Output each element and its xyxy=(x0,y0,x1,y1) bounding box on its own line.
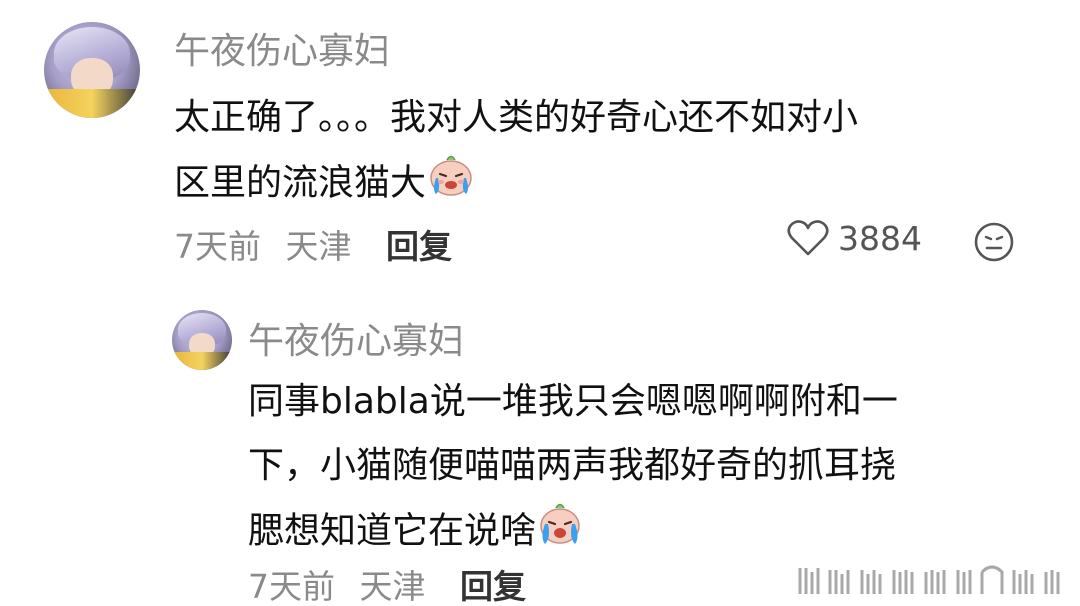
avatar[interactable] xyxy=(44,22,140,118)
crying-emoji-icon xyxy=(426,150,476,219)
comment-text: 太正确了。。。我对人类的好奇心还不如对小 区里的流浪猫大 xyxy=(174,86,858,214)
comment-text-line-text: 区里的流浪猫大 xyxy=(174,162,427,204)
comment-text-line: 区里的流浪猫大 xyxy=(174,150,858,214)
comment-text-line: 腮想知道它在说啥 xyxy=(248,498,898,562)
comment-text-line: 下，小猫随便喵喵两声我都好奇的抓耳挠 xyxy=(248,445,897,486)
heart-outline-icon xyxy=(786,218,830,258)
comment-time: 7天前 xyxy=(248,567,335,606)
reply-button[interactable]: 回复 xyxy=(386,220,452,268)
comment-meta: 7天前 天津 xyxy=(248,560,426,606)
like-count: 3884 xyxy=(838,218,922,258)
comment-username[interactable]: 午夜伤心寡妇 xyxy=(248,312,464,364)
comment-text-line: 太正确了。。。我对人类的好奇心还不如对小 xyxy=(174,97,859,138)
like-button[interactable]: 3884 xyxy=(786,218,922,258)
neutral-face-icon[interactable] xyxy=(972,220,1016,264)
reply-button[interactable]: 回复 xyxy=(460,560,526,606)
comment-location: 天津 xyxy=(359,567,426,606)
comment-text-line-text: 腮想知道它在说啥 xyxy=(248,510,537,552)
comment-meta: 7天前 天津 xyxy=(174,220,352,268)
comment-text-line: 同事blabla说一堆我只会嗯嗯啊啊附和一 xyxy=(248,381,898,422)
comment-text: 同事blabla说一堆我只会嗯嗯啊啊附和一 下，小猫随便喵喵两声我都好奇的抓耳挠… xyxy=(248,370,898,562)
comment-time: 7天前 xyxy=(174,227,261,266)
watermark-logo xyxy=(796,564,1066,598)
comment-location: 天津 xyxy=(285,227,352,266)
avatar[interactable] xyxy=(172,310,232,370)
comment-list: 午夜伤心寡妇 太正确了。。。我对人类的好奇心还不如对小 区里的流浪猫大 7天前 … xyxy=(0,0,1080,606)
comment-username[interactable]: 午夜伤心寡妇 xyxy=(174,22,390,74)
crying-emoji-icon xyxy=(536,498,584,567)
